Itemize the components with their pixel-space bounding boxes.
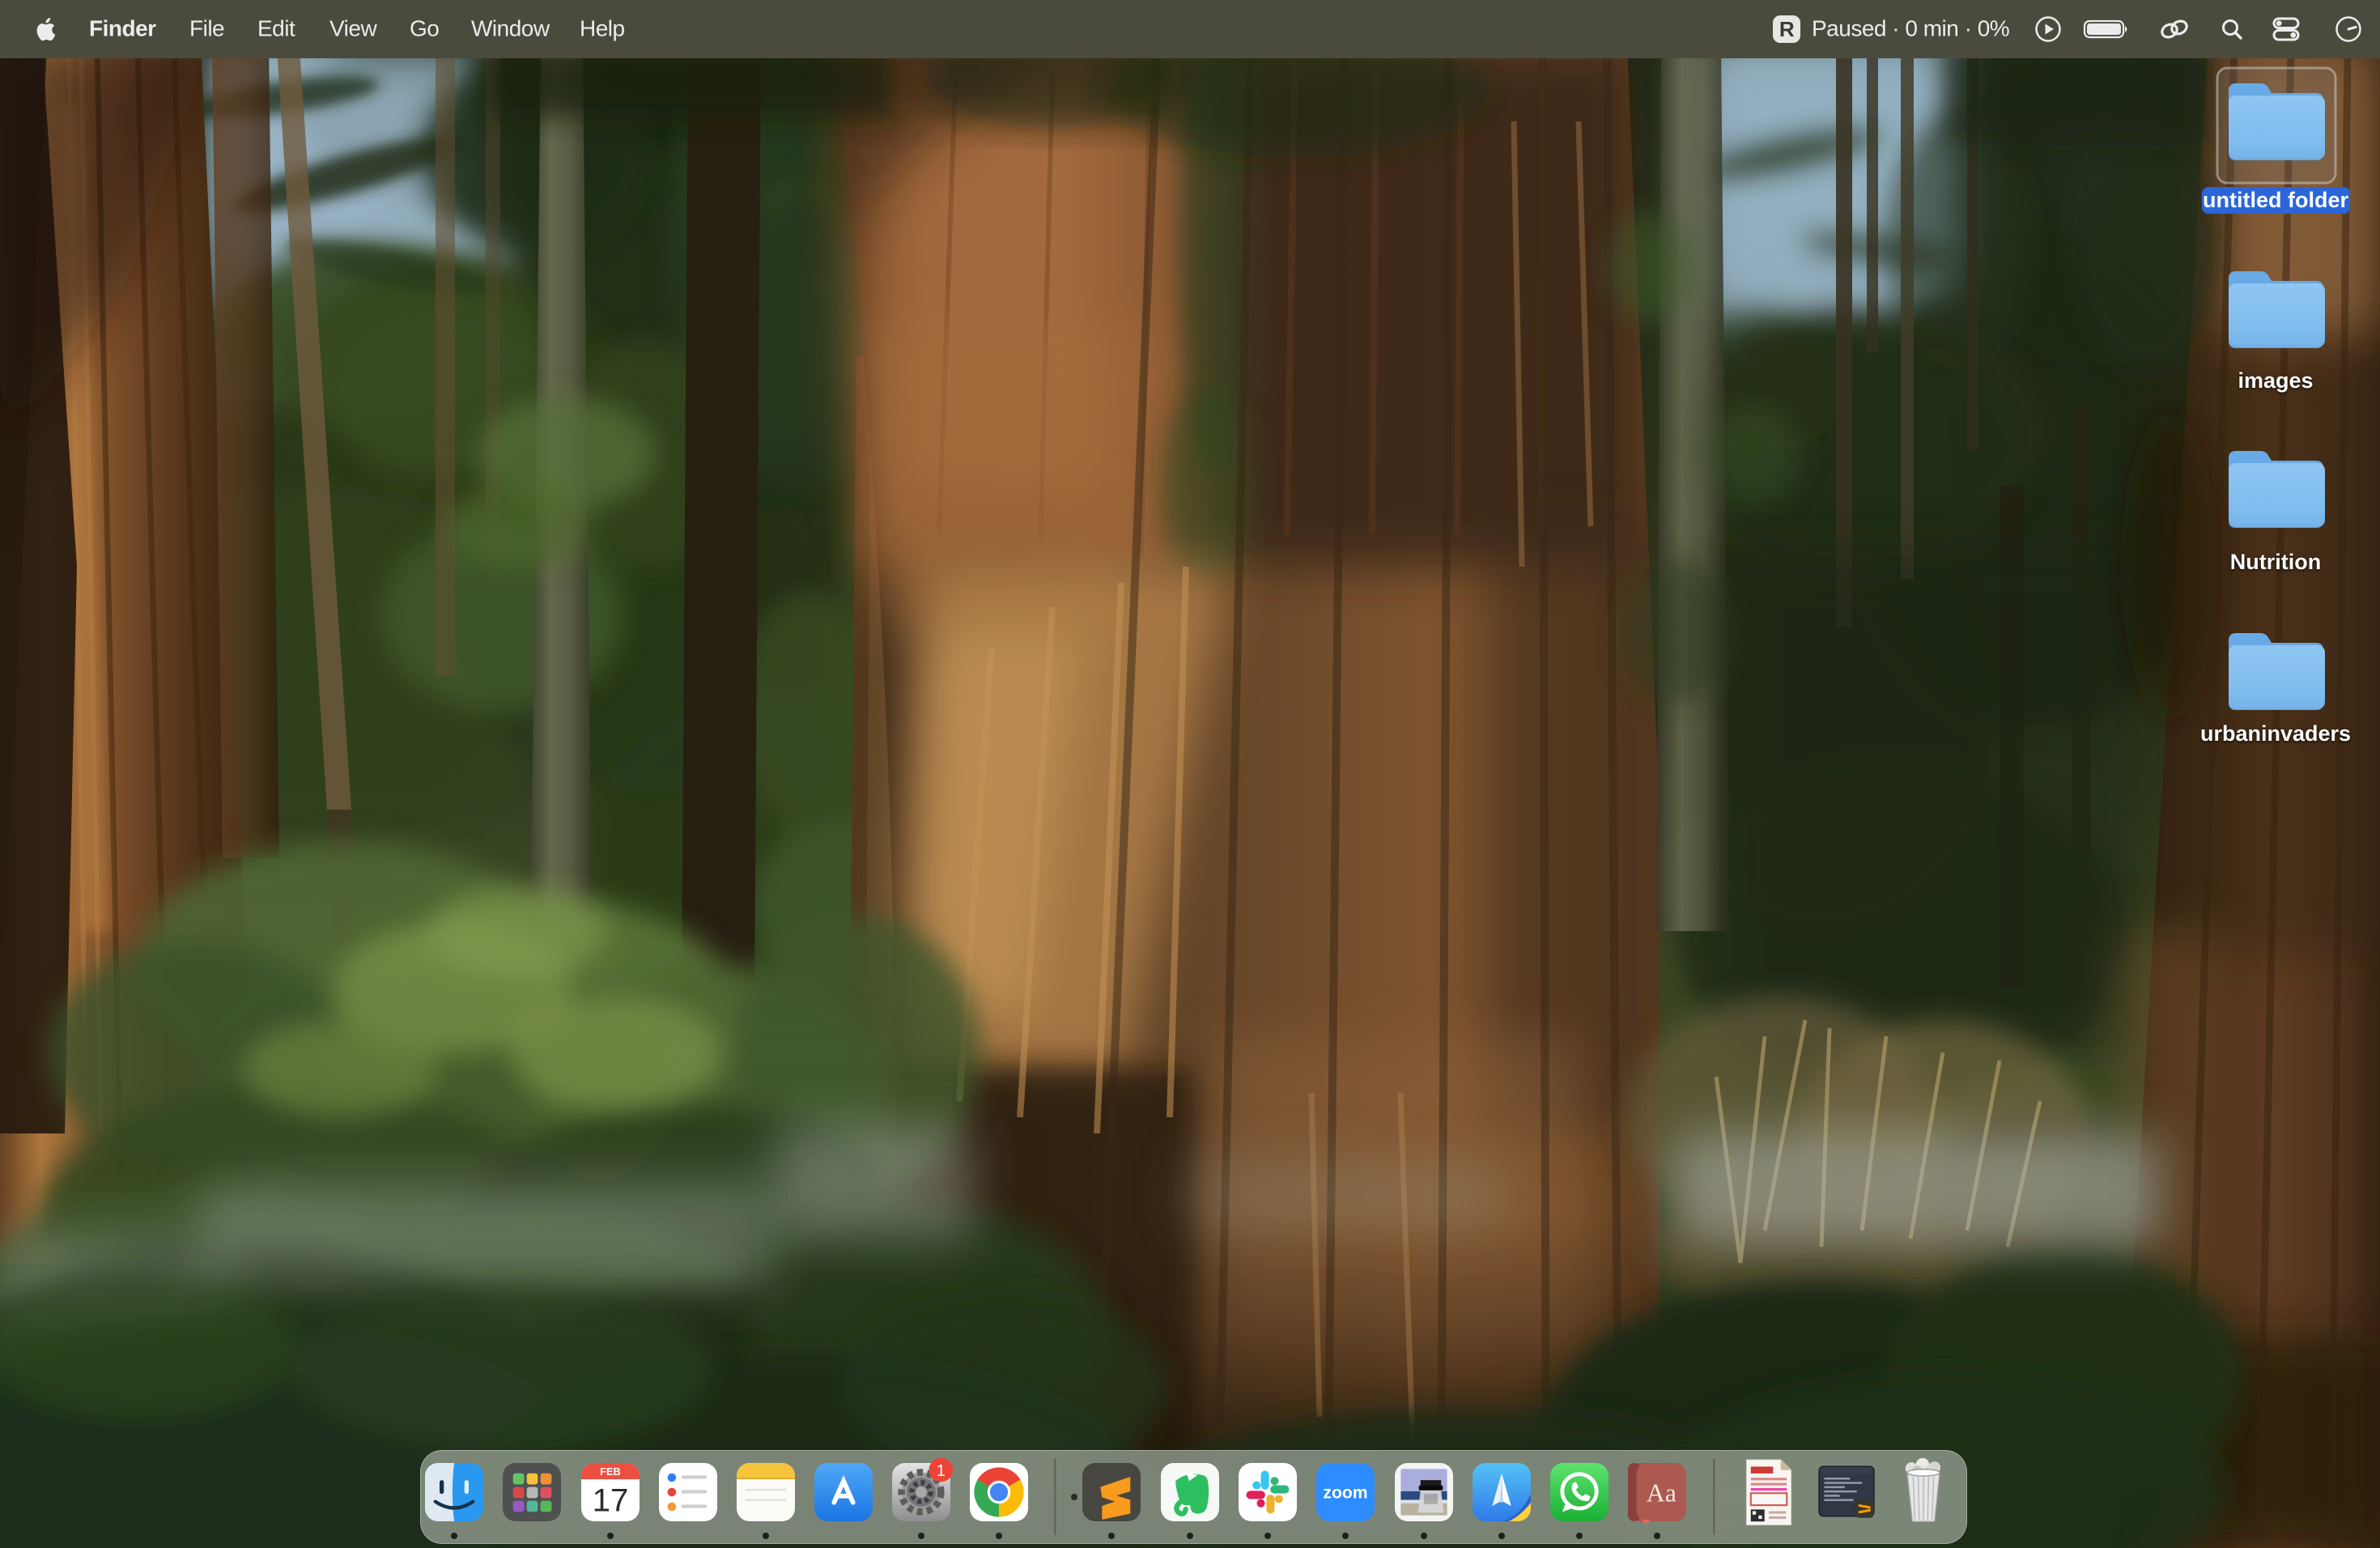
svg-text:FEB: FEB (600, 1466, 620, 1478)
svg-text:1: 1 (937, 1462, 946, 1480)
svg-text:Aa: Aa (1647, 1479, 1677, 1508)
svg-text:17: 17 (593, 1482, 629, 1518)
svg-text:zoom: zoom (1323, 1483, 1367, 1502)
